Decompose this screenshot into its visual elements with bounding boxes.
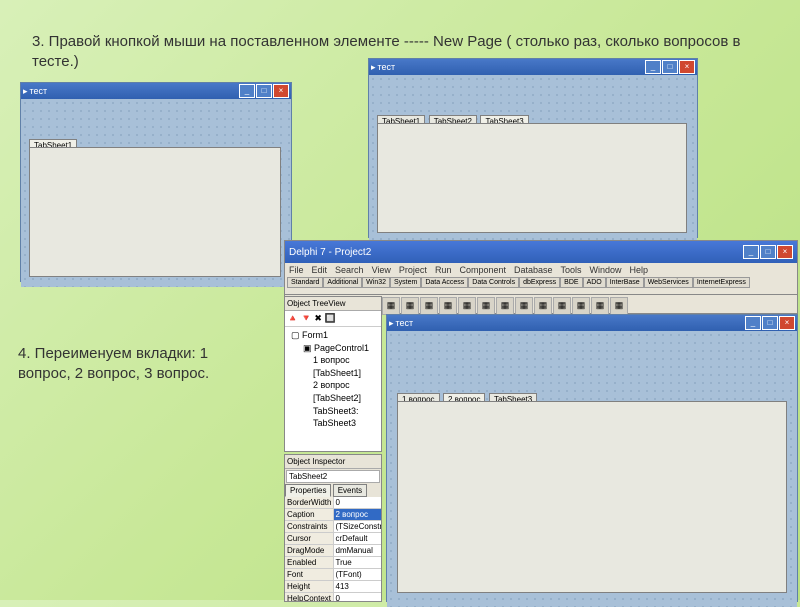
close-icon[interactable]: × — [679, 60, 695, 74]
tree-item[interactable]: 2 вопрос [TabSheet2] — [287, 379, 379, 404]
form-window-3: ▸ тест _ □ × 1 вопрос 2 вопрос TabSheet3 — [386, 314, 798, 602]
maximize-icon[interactable]: □ — [760, 245, 776, 259]
minimize-icon[interactable]: _ — [645, 60, 661, 74]
tool-icon[interactable]: ▦ — [553, 297, 571, 315]
maximize-icon[interactable]: □ — [256, 84, 272, 98]
tool-icon[interactable]: ▦ — [458, 297, 476, 315]
tab-panel-2[interactable] — [377, 123, 687, 233]
tool-icon[interactable]: ▦ — [401, 297, 419, 315]
ide-title-text: Delphi 7 - Project2 — [289, 247, 371, 258]
ide-titlebar: Delphi 7 - Project2 _ □ × — [285, 241, 797, 263]
tool-icon[interactable]: ▦ — [439, 297, 457, 315]
ide-menu[interactable]: FileEditSearchViewProjectRunComponentDat… — [285, 263, 797, 277]
tool-icon[interactable]: ▦ — [382, 297, 400, 315]
titlebar-3: ▸ тест _ □ × — [387, 315, 797, 331]
minimize-icon[interactable]: _ — [239, 84, 255, 98]
tool-icon[interactable]: ▦ — [515, 297, 533, 315]
inspector-object[interactable]: TabSheet2 — [286, 470, 380, 483]
tab-panel-1[interactable] — [29, 147, 281, 277]
inspector-tab-events[interactable]: Events — [333, 484, 367, 497]
tool-icon[interactable]: ▦ — [591, 297, 609, 315]
window-title: тест — [376, 62, 644, 72]
property-grid[interactable]: BorderWidth0 Caption2 вопрос Constraints… — [285, 497, 381, 601]
tool-icon[interactable]: ▦ — [420, 297, 438, 315]
tree-toolbar[interactable]: 🔺 🔻 ✖ 🔲 — [285, 311, 381, 327]
tool-icon[interactable]: ▦ — [572, 297, 590, 315]
component-tabs[interactable]: StandardAdditionalWin32SystemData Access… — [285, 277, 797, 288]
tool-icon[interactable]: ▦ — [610, 297, 628, 315]
form-window-2: ▸ тест _ □ × TabSheet1 TabSheet2 TabShee… — [368, 58, 698, 238]
instruction-4: 4. Переименуем вкладки: 1 вопрос, 2 вопр… — [18, 344, 238, 383]
close-icon[interactable]: × — [779, 316, 795, 330]
object-inspector: Object Inspector TabSheet2 Properties Ev… — [284, 454, 382, 602]
tree-pagecontrol[interactable]: ▣ PageControl1 — [287, 342, 379, 355]
object-treeview: Object TreeView 🔺 🔻 ✖ 🔲 ▢ Form1 ▣ PageCo… — [284, 296, 382, 452]
tree-item[interactable]: TabSheet3: TabSheet3 — [287, 405, 379, 430]
treeview-title: Object TreeView — [285, 297, 381, 311]
tab-panel-3[interactable] — [397, 401, 787, 593]
minimize-icon[interactable]: _ — [743, 245, 759, 259]
delphi-ide: Delphi 7 - Project2 _ □ × FileEditSearch… — [284, 240, 798, 296]
window-title: тест — [394, 318, 744, 328]
minimize-icon[interactable]: _ — [745, 316, 761, 330]
tool-icon[interactable]: ▦ — [534, 297, 552, 315]
close-icon[interactable]: × — [777, 245, 793, 259]
maximize-icon[interactable]: □ — [762, 316, 778, 330]
titlebar-1: ▸ тест _ □ × — [21, 83, 291, 99]
titlebar-2: ▸ тест _ □ × — [369, 59, 697, 75]
inspector-tab-props[interactable]: Properties — [285, 484, 331, 497]
tool-icon[interactable]: ▦ — [477, 297, 495, 315]
window-title: тест — [28, 86, 238, 96]
form-window-1: ▸ тест _ □ × TabSheet1 — [20, 82, 292, 282]
tree-root[interactable]: ▢ Form1 — [287, 329, 379, 342]
tool-icon[interactable]: ▦ — [496, 297, 514, 315]
close-icon[interactable]: × — [273, 84, 289, 98]
tree-item[interactable]: 1 вопрос [TabSheet1] — [287, 354, 379, 379]
maximize-icon[interactable]: □ — [662, 60, 678, 74]
inspector-title: Object Inspector — [285, 455, 381, 469]
